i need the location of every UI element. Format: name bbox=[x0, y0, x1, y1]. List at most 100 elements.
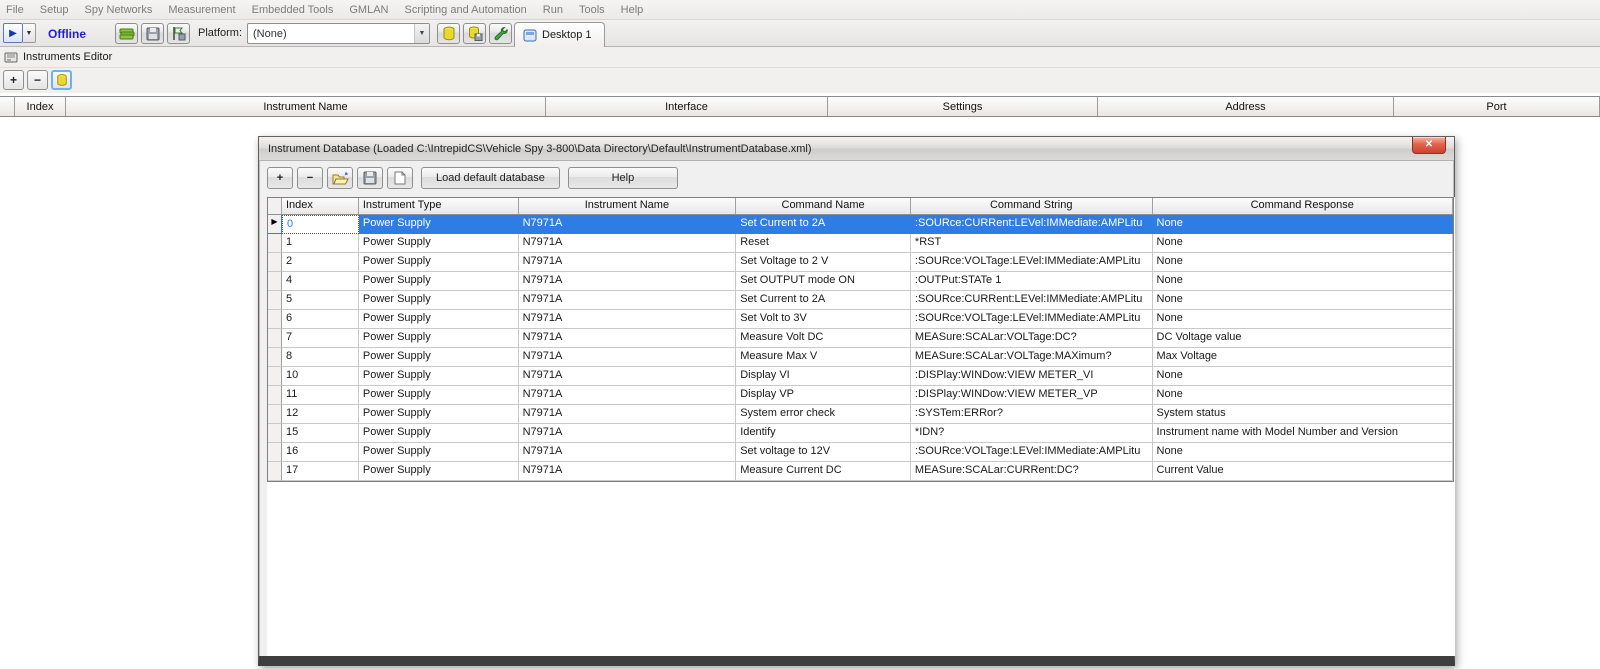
cell[interactable]: Set OUTPUT mode ON bbox=[736, 272, 911, 291]
platform-dropdown[interactable]: (None) ▼ bbox=[247, 23, 430, 44]
cell[interactable]: None bbox=[1153, 291, 1453, 310]
remove-command-button[interactable]: − bbox=[297, 167, 323, 189]
cell[interactable]: Measure Max V bbox=[736, 348, 911, 367]
cell[interactable]: Identify bbox=[736, 424, 911, 443]
cell[interactable]: 5 bbox=[282, 291, 359, 310]
cell[interactable]: 7 bbox=[282, 329, 359, 348]
dialog-title-bar[interactable]: Instrument Database (Loaded C:\IntrepidC… bbox=[259, 137, 1454, 161]
cell[interactable]: Set Current to 2A bbox=[736, 215, 911, 234]
cell[interactable]: Power Supply bbox=[359, 443, 519, 462]
cell[interactable]: :SOURce:VOLTage:LEVel:IMMediate:AMPLitu bbox=[911, 310, 1153, 329]
cell[interactable]: 10 bbox=[282, 367, 359, 386]
cell[interactable]: MEASure:SCALar:VOLTage:MAXimum? bbox=[911, 348, 1153, 367]
cell[interactable]: Reset bbox=[736, 234, 911, 253]
cell[interactable]: :SOURce:CURRent:LEVel:IMMediate:AMPLitu bbox=[911, 291, 1153, 310]
cell[interactable]: N7971A bbox=[519, 424, 737, 443]
table-row[interactable]: 5Power SupplyN7971ASet Current to 2A:SOU… bbox=[268, 291, 1453, 310]
cell[interactable]: Power Supply bbox=[359, 462, 519, 481]
cell[interactable]: Power Supply bbox=[359, 329, 519, 348]
cell[interactable]: None bbox=[1153, 367, 1453, 386]
cell[interactable]: 16 bbox=[282, 443, 359, 462]
cell[interactable]: Set Voltage to 2 V bbox=[736, 253, 911, 272]
cell[interactable]: N7971A bbox=[519, 386, 737, 405]
new-database-button[interactable] bbox=[387, 167, 413, 189]
cell[interactable]: Power Supply bbox=[359, 424, 519, 443]
menu-item-spy-networks[interactable]: Spy Networks bbox=[84, 4, 152, 16]
table-row[interactable]: 1Power SupplyN7971AReset*RSTNone bbox=[268, 234, 1453, 253]
cell[interactable]: N7971A bbox=[519, 310, 737, 329]
cell[interactable]: :SYSTem:ERRor? bbox=[911, 405, 1153, 424]
cell[interactable]: Power Supply bbox=[359, 310, 519, 329]
cell[interactable]: Current Value bbox=[1153, 462, 1453, 481]
cell[interactable]: N7971A bbox=[519, 329, 737, 348]
menu-item-file[interactable]: File bbox=[6, 4, 24, 16]
cell[interactable]: Power Supply bbox=[359, 405, 519, 424]
cell[interactable]: 0 bbox=[282, 215, 359, 234]
save-and-run-button[interactable] bbox=[167, 23, 190, 44]
menu-item-help[interactable]: Help bbox=[621, 4, 644, 16]
cell[interactable]: *IDN? bbox=[911, 424, 1153, 443]
table-row[interactable]: 2Power SupplyN7971ASet Voltage to 2 V:SO… bbox=[268, 253, 1453, 272]
database-button[interactable] bbox=[437, 23, 460, 44]
cell[interactable]: Power Supply bbox=[359, 253, 519, 272]
cell[interactable]: Power Supply bbox=[359, 215, 519, 234]
instrument-database-button[interactable] bbox=[51, 70, 72, 90]
add-instrument-button[interactable]: + bbox=[3, 70, 24, 90]
column-header-port[interactable]: Port bbox=[1394, 97, 1600, 116]
cell[interactable]: None bbox=[1153, 234, 1453, 253]
cell[interactable]: N7971A bbox=[519, 367, 737, 386]
menu-item-run[interactable]: Run bbox=[543, 4, 563, 16]
cell[interactable]: Instrument name with Model Number and Ve… bbox=[1153, 424, 1453, 443]
cell[interactable]: None bbox=[1153, 215, 1453, 234]
cell[interactable]: 1 bbox=[282, 234, 359, 253]
table-row[interactable]: 11Power SupplyN7971ADisplay VP:DISPlay:W… bbox=[268, 386, 1453, 405]
table-row[interactable]: ▶0Power SupplyN7971ASet Current to 2A:SO… bbox=[268, 215, 1453, 234]
cell[interactable]: Power Supply bbox=[359, 272, 519, 291]
cell[interactable]: N7971A bbox=[519, 443, 737, 462]
run-button[interactable]: ▶ bbox=[3, 23, 23, 43]
cell[interactable]: N7971A bbox=[519, 462, 737, 481]
cell[interactable]: Power Supply bbox=[359, 348, 519, 367]
cell[interactable]: 6 bbox=[282, 310, 359, 329]
cell[interactable]: :DISPlay:WINDow:VIEW METER_VI bbox=[911, 367, 1153, 386]
cell[interactable]: Display VP bbox=[736, 386, 911, 405]
cell[interactable]: 4 bbox=[282, 272, 359, 291]
add-command-button[interactable]: + bbox=[267, 167, 293, 189]
tab-desktop-1[interactable]: Desktop 1 bbox=[514, 22, 605, 47]
menu-item-setup[interactable]: Setup bbox=[40, 4, 69, 16]
cell[interactable]: 17 bbox=[282, 462, 359, 481]
cell[interactable]: N7971A bbox=[519, 253, 737, 272]
cell[interactable]: Set Current to 2A bbox=[736, 291, 911, 310]
cell[interactable]: 2 bbox=[282, 253, 359, 272]
cell[interactable]: :SOURce:VOLTage:LEVel:IMMediate:AMPLitu bbox=[911, 443, 1153, 462]
remove-instrument-button[interactable]: − bbox=[27, 70, 48, 90]
database-save-button[interactable] bbox=[463, 23, 486, 44]
table-row[interactable]: 6Power SupplyN7971ASet Volt to 3V:SOURce… bbox=[268, 310, 1453, 329]
cell[interactable]: Power Supply bbox=[359, 367, 519, 386]
cell[interactable]: *RST bbox=[911, 234, 1153, 253]
cell[interactable]: Set Volt to 3V bbox=[736, 310, 911, 329]
cell[interactable]: N7971A bbox=[519, 234, 737, 253]
cell[interactable]: None bbox=[1153, 272, 1453, 291]
cell[interactable]: MEASure:SCALar:VOLTage:DC? bbox=[911, 329, 1153, 348]
load-setup-button[interactable] bbox=[115, 23, 138, 44]
cell[interactable]: None bbox=[1153, 386, 1453, 405]
column-header-index[interactable]: Index bbox=[15, 97, 66, 116]
column-header-instrument-type[interactable]: Instrument Type bbox=[359, 198, 519, 215]
cell[interactable]: Power Supply bbox=[359, 291, 519, 310]
cell[interactable]: None bbox=[1153, 443, 1453, 462]
load-default-database-button[interactable]: Load default database bbox=[421, 167, 560, 189]
menu-item-scripting-and-automation[interactable]: Scripting and Automation bbox=[404, 4, 526, 16]
cell[interactable]: 8 bbox=[282, 348, 359, 367]
cell[interactable]: N7971A bbox=[519, 272, 737, 291]
menu-item-gmlan[interactable]: GMLAN bbox=[349, 4, 388, 16]
column-header-interface[interactable]: Interface bbox=[546, 97, 828, 116]
cell[interactable]: Power Supply bbox=[359, 386, 519, 405]
cell[interactable]: N7971A bbox=[519, 405, 737, 424]
cell[interactable]: N7971A bbox=[519, 348, 737, 367]
cell[interactable]: MEASure:SCALar:CURRent:DC? bbox=[911, 462, 1153, 481]
tools-button[interactable] bbox=[489, 23, 512, 44]
table-row[interactable]: 10Power SupplyN7971ADisplay VI:DISPlay:W… bbox=[268, 367, 1453, 386]
cell[interactable]: System error check bbox=[736, 405, 911, 424]
cell[interactable]: None bbox=[1153, 310, 1453, 329]
